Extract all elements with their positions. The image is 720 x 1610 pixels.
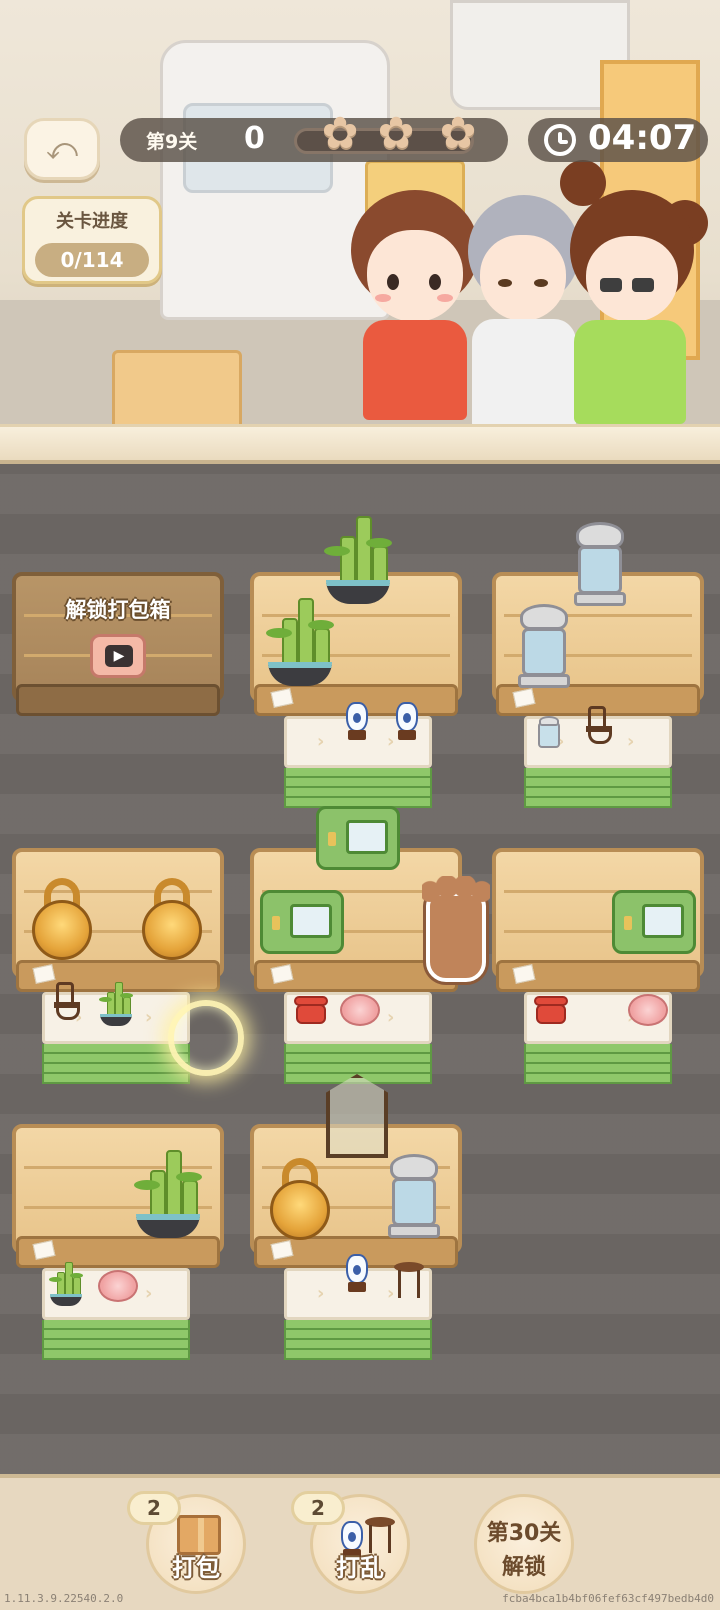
green-cabinet-item[interactable]	[612, 890, 696, 954]
bamboo-fountain-item[interactable]	[132, 1146, 204, 1238]
paw-pointer-icon	[422, 876, 490, 984]
level-progress-title: 关卡进度	[56, 211, 128, 232]
blue-vase-item[interactable]	[394, 702, 420, 742]
bamboo-fountain-item[interactable]	[98, 980, 134, 1026]
blue-vase-item[interactable]	[344, 702, 370, 742]
pack-count-badge: 2	[127, 1491, 181, 1525]
unlock-text: 解锁	[501, 1555, 546, 1580]
red-telephone-item[interactable]	[294, 996, 328, 1026]
level-progress-card: 关卡进度 0/114	[22, 196, 162, 284]
star-icon: ✿	[321, 108, 359, 159]
wooden-stool-item[interactable]	[394, 1262, 424, 1300]
sparkle-effect	[168, 1000, 244, 1076]
level-progress-value: 0/114	[35, 243, 149, 277]
locked-shelf[interactable]: 解锁打包箱 ▶	[12, 572, 224, 718]
shuffle-label: 打乱	[336, 1554, 384, 1582]
bamboo-fountain-item[interactable]	[264, 594, 336, 686]
pink-cushion-item[interactable]	[98, 1270, 138, 1302]
customer-girl-green	[560, 160, 710, 430]
store-front-scene: ⤺ 第9关 0 ✿ ✿ ✿ 04:07 关卡进度 0/114	[0, 0, 720, 445]
video-play-icon: ▶	[105, 645, 133, 667]
back-arrow-icon: ⤺	[45, 131, 79, 167]
glass-terrarium-item[interactable]	[322, 1064, 392, 1160]
star-icon: ✿	[439, 108, 477, 159]
unlock-pack-box-label: 解锁打包箱	[65, 598, 171, 622]
score-value: 0	[244, 121, 265, 156]
level-score-bar: 第9关 0 ✿ ✿ ✿	[120, 112, 508, 162]
golden-lock-item[interactable]	[268, 1158, 332, 1242]
shuffle-count-badge: 2	[291, 1491, 345, 1525]
silver-lantern-item[interactable]	[384, 1154, 444, 1240]
star-progress-bar: ✿ ✿ ✿	[294, 112, 476, 156]
timer: 04:07	[528, 118, 708, 162]
version-label: 1.11.3.9.22540.2.0	[4, 1592, 124, 1605]
video-play-button[interactable]: ▶	[90, 634, 146, 678]
clock-icon	[544, 124, 576, 156]
golden-lock-item[interactable]	[140, 878, 204, 962]
star-icon: ✿	[377, 108, 415, 159]
bamboo-fountain-item[interactable]	[322, 512, 394, 604]
locked-tool-button[interactable]: 第30关 解锁	[474, 1494, 574, 1594]
bottom-toolbar: 2 打包 2 打乱 第30关 解锁	[0, 1474, 720, 1610]
rocking-chair-item[interactable]	[584, 706, 616, 746]
silver-lantern-item[interactable]	[514, 604, 574, 690]
build-hash-label: fcba4bca1b4bf06fef63cf497bedb4d0	[502, 1592, 714, 1605]
blue-vase-item[interactable]	[344, 1254, 370, 1294]
shop-counter	[0, 424, 720, 464]
green-cabinet-item[interactable]	[316, 806, 400, 870]
rocking-chair-item[interactable]	[52, 982, 84, 1022]
background-box	[112, 350, 242, 430]
green-cabinet-item[interactable]	[260, 890, 344, 954]
shuffle-button[interactable]: 2 打乱	[291, 1491, 410, 1594]
pink-cushion-item[interactable]	[628, 994, 668, 1026]
level-label: 第9关	[146, 131, 198, 153]
red-telephone-item[interactable]	[534, 996, 568, 1026]
back-button[interactable]: ⤺	[24, 118, 100, 180]
pack-label: 打包	[172, 1554, 220, 1582]
pink-cushion-item[interactable]	[340, 994, 380, 1026]
timer-value: 04:07	[588, 118, 697, 158]
silver-lantern-item[interactable]	[536, 716, 562, 754]
unlock-level-text: 第30关	[486, 1521, 562, 1546]
silver-lantern-item[interactable]	[570, 522, 630, 608]
pack-button[interactable]: 2 打包	[127, 1491, 246, 1594]
golden-lock-item[interactable]	[30, 878, 94, 962]
bamboo-fountain-item[interactable]	[48, 1260, 84, 1306]
